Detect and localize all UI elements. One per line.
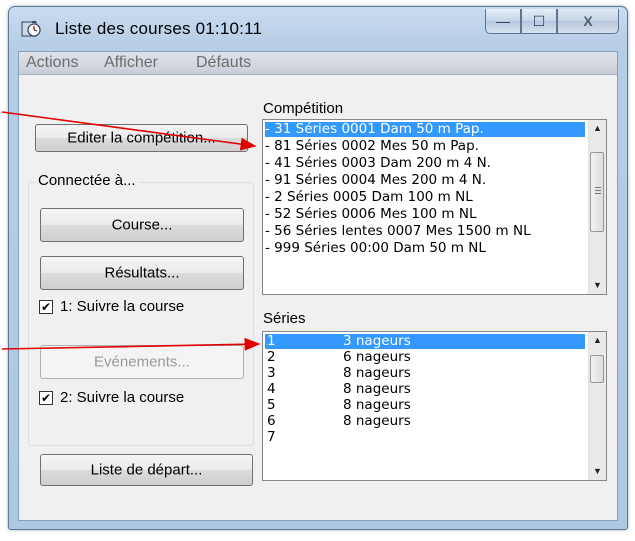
- annotation-overlay: [1, 111, 261, 351]
- annotation-arrow-series: [1, 337, 261, 351]
- annotation-arrow-competition: [1, 111, 257, 151]
